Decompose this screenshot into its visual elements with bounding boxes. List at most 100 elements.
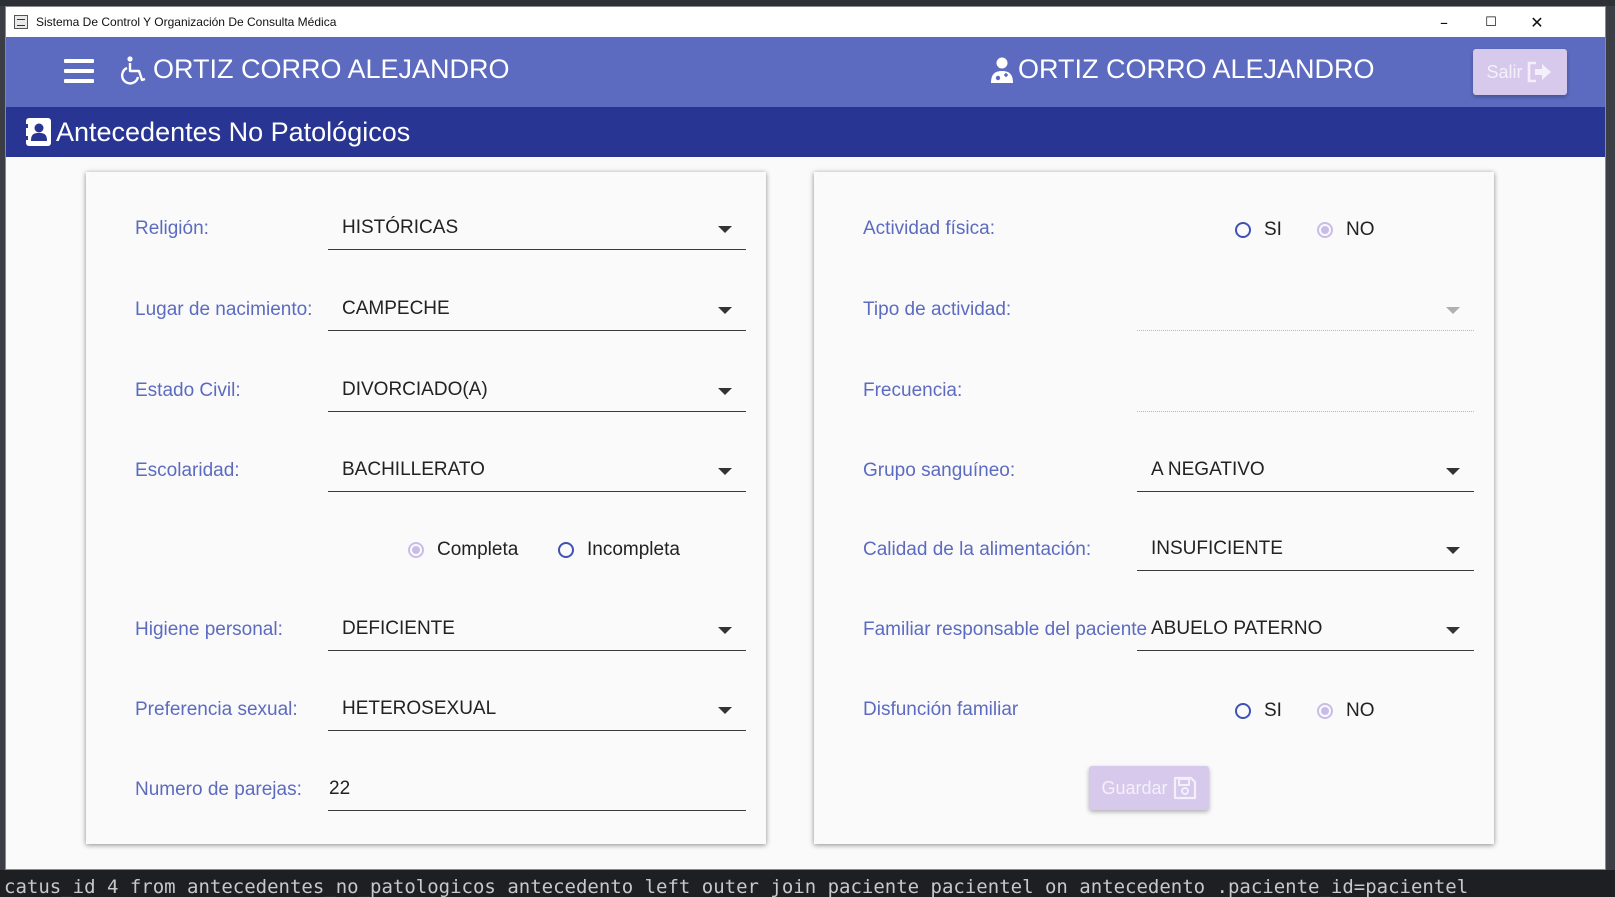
app-window: Sistema De Control Y Organización De Con… (5, 6, 1606, 870)
schooling-row: Escolaridad: BACHILLERATO (86, 448, 766, 498)
window-title: Sistema De Control Y Organización De Con… (36, 15, 337, 29)
birthplace-label: Lugar de nacimiento: (135, 299, 313, 320)
religion-value: HISTÓRICAS (342, 217, 459, 238)
terminal-text: catus_id 4 from antecedentes_no_patologi… (4, 876, 1469, 897)
dropdown-arrow-icon (718, 307, 732, 314)
diet-quality-row: Calidad de la alimentación: INSUFICIENTE (814, 527, 1494, 577)
diet-quality-select[interactable]: INSUFICIENTE (1137, 527, 1474, 571)
radio-activity-no[interactable]: NO (1317, 219, 1375, 241)
religion-select[interactable]: HISTÓRICAS (328, 206, 746, 250)
radio-activity-no-label: NO (1346, 219, 1375, 240)
blood-group-value: A NEGATIVO (1151, 459, 1265, 480)
close-button[interactable]: ✕ (1514, 7, 1560, 37)
hygiene-label: Higiene personal: (135, 619, 283, 640)
contact-card-icon (25, 118, 51, 146)
doctor-name: ORTIZ CORRO ALEJANDRO (1018, 54, 1375, 84)
patient-name: ORTIZ CORRO ALEJANDRO (153, 54, 510, 84)
sign-out-icon (1527, 61, 1551, 83)
radio-completa-label: Completa (437, 539, 519, 560)
partners-label: Numero de parejas: (135, 779, 302, 800)
blood-group-row: Grupo sanguíneo: A NEGATIVO (814, 448, 1494, 498)
blood-group-select[interactable]: A NEGATIVO (1137, 448, 1474, 492)
section-title: Antecedentes No Patológicos (56, 116, 411, 147)
title-bar: Sistema De Control Y Organización De Con… (6, 7, 1605, 37)
menu-icon[interactable] (64, 59, 96, 85)
partners-row: Numero de parejas: 22 (86, 767, 766, 817)
app-bar: ORTIZ CORRO ALEJANDRO ORTIZ CORRO ALEJAN… (6, 37, 1605, 107)
family-dysfunction-label: Disfunción familiar (863, 699, 1019, 720)
dropdown-arrow-icon (718, 707, 732, 714)
responsible-relative-select[interactable]: ABUELO PATERNO (1137, 607, 1474, 651)
frequency-row: Frecuencia: (814, 368, 1494, 418)
radio-incompleta[interactable]: Incompleta (558, 539, 680, 561)
minimize-button[interactable]: – (1421, 7, 1467, 37)
doctor-icon (991, 57, 1013, 83)
left-form-panel: Religión: HISTÓRICAS Lugar de nacimiento… (86, 172, 766, 844)
dropdown-arrow-icon (718, 468, 732, 475)
sexual-preference-value: HETEROSEXUAL (342, 698, 497, 719)
responsible-relative-value: ABUELO PATERNO (1151, 618, 1323, 639)
save-label: Guardar (1101, 777, 1168, 798)
dropdown-arrow-icon (718, 627, 732, 634)
responsible-relative-row: Familiar responsable del paciente ABUELO… (814, 607, 1494, 657)
birthplace-value: CAMPECHE (342, 298, 450, 319)
radio-selected-icon (1317, 222, 1333, 238)
schooling-label: Escolaridad: (135, 460, 240, 481)
radio-completa[interactable]: Completa (408, 539, 518, 561)
civil-status-value: DIVORCIADO(A) (342, 379, 488, 400)
wheelchair-icon (120, 55, 146, 85)
diet-quality-label: Calidad de la alimentación: (863, 539, 1092, 560)
activity-type-label: Tipo de actividad: (863, 299, 1012, 320)
maximize-button[interactable]: ☐ (1468, 7, 1514, 37)
background-terminal: catus_id 4 from antecedentes_no_patologi… (0, 870, 1615, 897)
radio-activity-si[interactable]: SI (1235, 219, 1282, 241)
sexual-preference-label: Preferencia sexual: (135, 699, 298, 720)
religion-row: Religión: HISTÓRICAS (86, 206, 766, 256)
radio-dysfunction-si-label: SI (1264, 700, 1282, 721)
dropdown-arrow-icon (1446, 307, 1460, 314)
activity-type-select[interactable] (1137, 287, 1474, 331)
radio-unselected-icon (1235, 703, 1251, 719)
civil-status-row: Estado Civil: DIVORCIADO(A) (86, 368, 766, 418)
civil-status-label: Estado Civil: (135, 380, 241, 401)
hygiene-value: DEFICIENTE (342, 618, 455, 639)
physical-activity-label: Actividad física: (863, 218, 995, 239)
dropdown-arrow-icon (1446, 468, 1460, 475)
radio-activity-si-label: SI (1264, 219, 1282, 240)
birthplace-select[interactable]: CAMPECHE (328, 287, 746, 331)
exit-label: Salir (1486, 61, 1523, 82)
dropdown-arrow-icon (1446, 627, 1460, 634)
radio-incompleta-label: Incompleta (587, 539, 680, 560)
diet-quality-value: INSUFICIENTE (1151, 538, 1283, 559)
radio-dysfunction-no[interactable]: NO (1317, 700, 1375, 722)
app-icon (14, 15, 28, 29)
partners-value: 22 (329, 778, 351, 799)
birthplace-row: Lugar de nacimiento: CAMPECHE (86, 287, 766, 337)
partners-input[interactable]: 22 (328, 767, 746, 811)
physical-activity-row: Actividad física: SI NO (814, 206, 1494, 256)
activity-type-row: Tipo de actividad: (814, 287, 1494, 337)
patient-header: ORTIZ CORRO ALEJANDRO (119, 54, 510, 85)
frequency-input[interactable] (1137, 368, 1474, 412)
right-form-panel: Actividad física: SI NO Tipo de activida… (814, 172, 1494, 844)
schooling-select[interactable]: BACHILLERATO (328, 448, 746, 492)
save-button[interactable]: Guardar (1089, 766, 1209, 810)
religion-label: Religión: (135, 218, 209, 239)
schooling-value: BACHILLERATO (342, 459, 485, 480)
sexual-preference-select[interactable]: HETEROSEXUAL (328, 687, 746, 731)
radio-dysfunction-si[interactable]: SI (1235, 700, 1282, 722)
radio-unselected-icon (1235, 222, 1251, 238)
dropdown-arrow-icon (718, 388, 732, 395)
hygiene-select[interactable]: DEFICIENTE (328, 607, 746, 651)
doctor-header: ORTIZ CORRO ALEJANDRO (990, 54, 1375, 85)
dropdown-arrow-icon (718, 226, 732, 233)
exit-button[interactable]: Salir (1473, 49, 1567, 95)
radio-selected-icon (408, 542, 424, 558)
radio-unselected-icon (558, 542, 574, 558)
blood-group-label: Grupo sanguíneo: (863, 460, 1016, 481)
radio-selected-icon (1317, 703, 1333, 719)
civil-status-select[interactable]: DIVORCIADO(A) (328, 368, 746, 412)
responsible-relative-label: Familiar responsable del paciente (863, 619, 1148, 640)
sexual-preference-row: Preferencia sexual: HETEROSEXUAL (86, 687, 766, 737)
hygiene-row: Higiene personal: DEFICIENTE (86, 607, 766, 657)
